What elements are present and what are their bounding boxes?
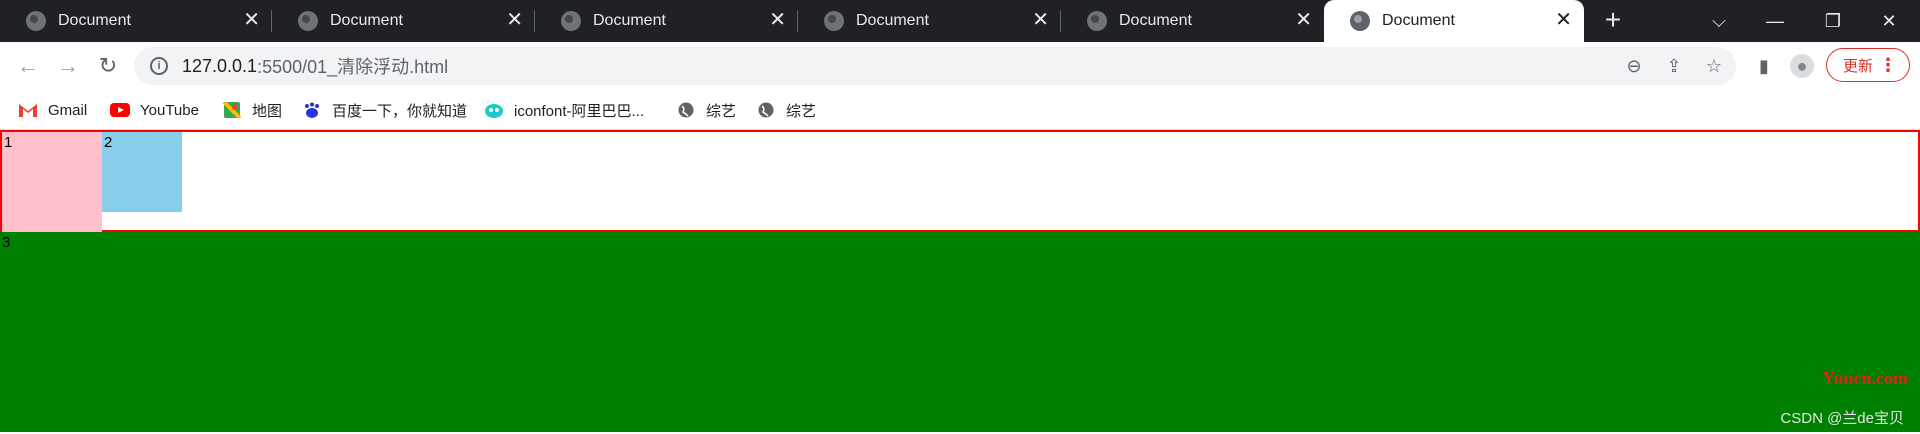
globe-icon [824,11,844,31]
box-2: 2 [102,132,182,212]
site-watermark: Yuucn.com [1822,368,1908,388]
update-label: 更新 [1843,57,1874,75]
zoom-icon[interactable]: ⊖ [1622,54,1646,78]
profile-icon[interactable]: ● [1790,54,1814,78]
tab-strip: Document ✕ Document ✕ Document ✕ Documen… [0,0,1920,42]
tab-document-4[interactable]: Document ✕ [798,0,1061,42]
baidu-icon [305,102,319,118]
maps-icon [222,102,242,118]
update-button[interactable]: 更新 ⋮ [1826,48,1910,82]
side-panel-icon[interactable]: ▮ [1752,54,1776,78]
close-icon[interactable]: ✕ [1032,10,1049,30]
tab-document-active[interactable]: Document ✕ [1324,0,1584,42]
author-watermark: CSDN @兰de宝贝 [1780,410,1904,427]
globe-icon [298,11,318,31]
page-viewport: 1 2 3 Yuucn.com CSDN @兰de宝贝 [0,130,1920,434]
bookmark-label: 百度一下，你就知道 [332,102,468,120]
tab-title: Document [593,12,666,29]
globe-icon [678,102,694,118]
tab-document-3[interactable]: Document ✕ [535,0,798,42]
bookmark-label: 地图 [252,102,283,120]
bookmark-label: 综艺 [706,102,737,120]
close-icon[interactable]: ✕ [1555,10,1572,30]
tab-document-5[interactable]: Document ✕ [1061,0,1324,42]
gmail-icon [19,104,37,117]
box-3: 3 Yuucn.com CSDN @兰de宝贝 [0,232,1920,432]
url-path: :5500/01_清除浮动.html [257,57,449,77]
reload-button[interactable]: ↻ [94,52,122,80]
globe-icon [561,11,581,31]
site-info-icon[interactable]: i [150,57,168,75]
close-icon[interactable]: ✕ [506,10,523,30]
tab-title: Document [856,12,929,29]
bookmark-zongyi-2[interactable]: 综艺 [756,90,816,130]
close-icon[interactable]: ✕ [243,10,260,30]
bookmark-iconfont[interactable]: iconfont-阿里巴巴... [484,90,644,130]
globe-icon [1087,11,1107,31]
iconfont-icon [485,104,503,118]
tab-title: Document [1382,12,1455,29]
box-3-label: 3 [2,234,11,251]
address-bar[interactable]: i 127.0.0.1 :5500/01_清除浮动.html [134,47,1736,85]
minimize-button[interactable]: — [1752,0,1798,42]
bookmark-label: YouTube [140,101,199,119]
new-tab-button[interactable]: + [1600,6,1626,34]
browser-toolbar: ← → ↻ i 127.0.0.1 :5500/01_清除浮动.html ⊖ ⇪… [0,42,1920,90]
share-icon[interactable]: ⇪ [1662,54,1686,78]
restore-button[interactable]: ❐ [1810,0,1856,42]
bookmark-youtube[interactable]: YouTube [110,90,199,130]
father-container: 1 2 [0,130,1920,232]
menu-kebab-icon[interactable]: ⋮ [1879,55,1897,75]
tab-document-2[interactable]: Document ✕ [272,0,535,42]
youtube-icon [110,103,130,117]
bookmark-label: Gmail [48,101,88,119]
box-1: 1 [2,132,102,232]
globe-icon [26,11,46,31]
close-window-button[interactable]: ✕ [1866,0,1912,42]
bookmark-gmail[interactable]: Gmail [18,90,87,130]
bookmark-label: 综艺 [786,102,817,120]
tab-document-1[interactable]: Document ✕ [0,0,272,42]
tab-title: Document [330,12,403,29]
close-icon[interactable]: ✕ [1295,10,1312,30]
forward-button[interactable]: → [54,52,82,80]
globe-icon [758,102,774,118]
close-icon[interactable]: ✕ [769,10,786,30]
tab-search-icon[interactable]: ⌵ [1696,0,1742,42]
bookmark-zongyi-1[interactable]: 综艺 [676,90,736,130]
back-button[interactable]: ← [14,52,42,80]
bookmark-baidu[interactable]: 百度一下，你就知道 [302,90,467,130]
bookmark-star-icon[interactable]: ☆ [1702,54,1726,78]
bookmark-maps[interactable]: 地图 [222,90,282,130]
bookmarks-bar: Gmail YouTube 地图 百度一下，你就知道 iconfont-阿里巴巴… [0,90,1920,130]
tab-title: Document [1119,12,1192,29]
globe-icon [1350,11,1370,31]
url-host: 127.0.0.1 [182,55,258,76]
tab-title: Document [58,12,131,29]
bookmark-label: iconfont-阿里巴巴... [514,102,645,120]
